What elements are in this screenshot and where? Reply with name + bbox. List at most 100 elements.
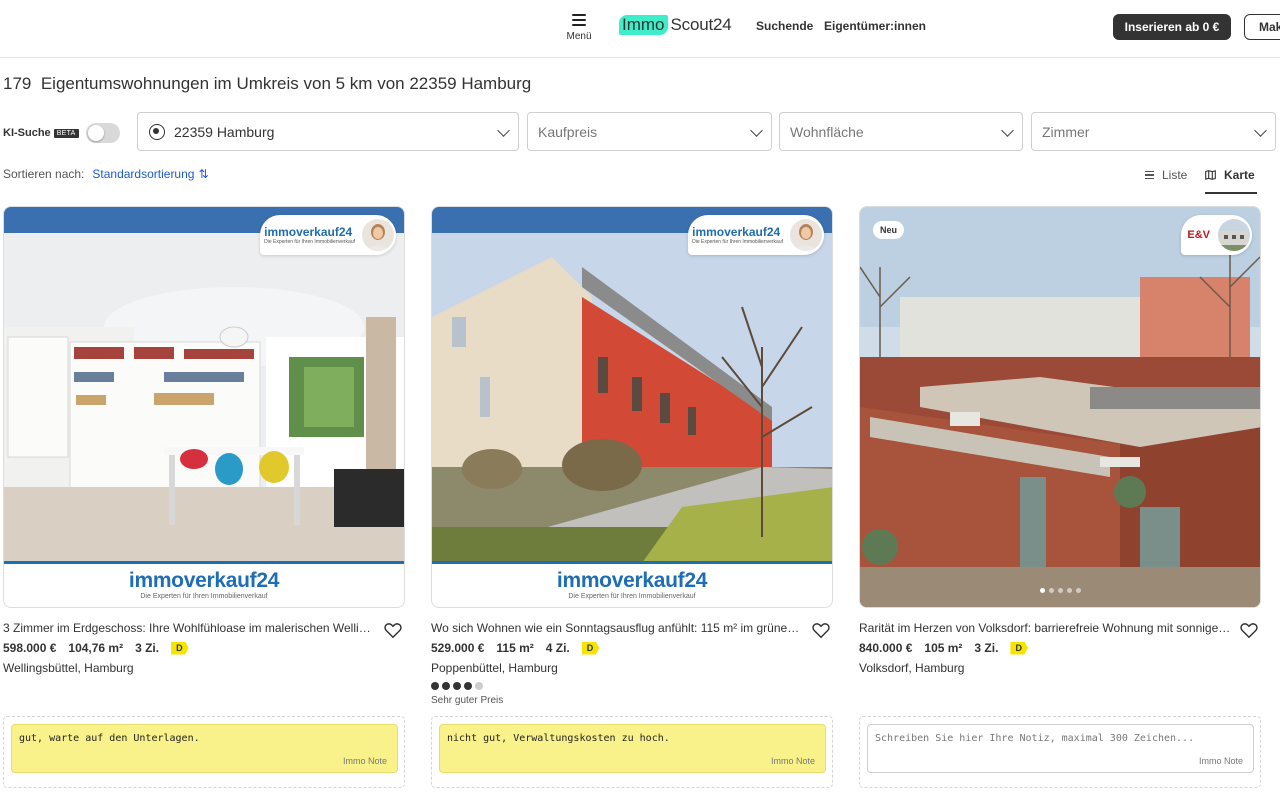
listing-area: 115 m²	[496, 641, 534, 655]
listing-photo	[4, 207, 404, 607]
note-tag: Immo Note	[1198, 756, 1243, 766]
map-icon	[1205, 170, 1216, 180]
area-placeholder: Wohnfläche	[790, 123, 864, 140]
chevron-down-icon	[1254, 124, 1267, 137]
listing-image[interactable]: Neu E&V	[859, 206, 1261, 608]
rating-dot	[453, 682, 461, 690]
agent-button[interactable]: Mak	[1244, 14, 1280, 40]
listing-price: 529.000 €	[431, 641, 485, 655]
listing-price: 840.000 €	[859, 641, 913, 655]
price-filter[interactable]: Kaufpreis	[527, 112, 772, 151]
listing-area: 105 m²	[924, 641, 963, 655]
energy-class-badge: D	[171, 641, 189, 655]
chevron-down-icon	[750, 124, 763, 137]
price-rating-dots	[431, 682, 833, 690]
note-field[interactable]: gut, warte auf den Unterlagen. Immo Note	[11, 724, 398, 773]
agency-logo: E&V	[1187, 229, 1210, 241]
listing-location: Wellingsbüttel, Hamburg	[3, 661, 134, 675]
listing-image[interactable]: immoverkauf24 Die Experten für Ihren Immo…	[3, 206, 405, 608]
note-tag: Immo Note	[770, 756, 815, 766]
view-map-label: Karte	[1224, 168, 1255, 182]
chevron-down-icon	[497, 124, 510, 137]
energy-class-badge: D	[581, 641, 600, 655]
rating-dot	[464, 682, 472, 690]
list-icon	[1145, 171, 1154, 179]
listing-photo	[860, 207, 1260, 607]
results-count: 179	[3, 74, 32, 93]
note-field[interactable]: nicht gut, Verwaltungskosten zu hoch. Im…	[439, 724, 826, 773]
view-list-button[interactable]: Liste	[1145, 168, 1187, 182]
note-text: gut, warte auf den Unterlagen.	[19, 733, 200, 744]
results-title: Eigentumswohnungen im Umkreis von 5 km v…	[40, 74, 532, 93]
nav-owners[interactable]: Eigentümer:innen	[824, 19, 926, 33]
note-tag: Immo Note	[342, 756, 387, 766]
note-container: nicht gut, Verwaltungskosten zu hoch. Im…	[431, 716, 833, 788]
sort-arrows-icon: ⇅	[198, 167, 209, 181]
logo-scout: Scout24	[670, 15, 732, 34]
ki-search-toggle[interactable]	[85, 123, 120, 143]
listing-title[interactable]: Rarität im Herzen von Volksdorf: barrier…	[859, 621, 1233, 635]
energy-class-badge: D	[1010, 641, 1028, 655]
rating-dot	[431, 682, 439, 690]
note-text: nicht gut, Verwaltungskosten zu hoch.	[447, 733, 670, 744]
listing-facts: 840.000 € 105 m² 3 Zi. D	[859, 641, 1261, 655]
agent-avatar	[788, 217, 824, 253]
listing-card[interactable]: Neu E&V Rarität im Herzen von Volksdorf:…	[859, 206, 1261, 675]
results-heading: 179 Eigentumswohnungen im Umkreis von 5 …	[3, 74, 531, 94]
agency-banner: immoverkauf24 Die Experten für Ihren Imm…	[4, 561, 404, 607]
note-input[interactable]: Schreiben Sie hier Ihre Notiz, maximal 3…	[867, 724, 1254, 773]
listing-photo	[432, 207, 832, 607]
gallery-dots	[860, 588, 1260, 593]
create-listing-button[interactable]: Inserieren ab 0 €	[1113, 14, 1231, 40]
agency-badge: E&V	[1181, 215, 1252, 255]
listing-price: 598.000 €	[3, 641, 57, 655]
ki-search-label: KI-Suche	[3, 127, 51, 139]
menu-button[interactable]: Menü	[562, 14, 596, 42]
nav-seekers[interactable]: Suchende	[756, 19, 813, 33]
agency-banner-slogan: Die Experten für Ihren Immobilienverkauf	[568, 593, 696, 600]
agency-photo	[1216, 217, 1252, 253]
listing-card[interactable]: immoverkauf24 Die Experten für Ihren Immo…	[3, 206, 405, 675]
sort-label: Sortieren nach:	[3, 167, 85, 181]
rating-dot	[475, 682, 483, 690]
rooms-filter[interactable]: Zimmer	[1031, 112, 1276, 151]
listing-location: Volksdorf, Hamburg	[859, 661, 965, 675]
listing-image[interactable]: immoverkauf24 Die Experten für Ihren Immo…	[431, 206, 833, 608]
new-listing-badge: Neu	[873, 221, 905, 239]
heart-icon[interactable]	[1240, 622, 1258, 639]
listing-title[interactable]: Wo sich Wohnen wie ein Sonntagsausflug a…	[431, 621, 805, 635]
listing-rooms: 3 Zi.	[974, 641, 999, 655]
immoscout-logo[interactable]: Immo Scout24	[619, 14, 732, 36]
agency-badge: immoverkauf24 Die Experten für Ihren Immo…	[688, 215, 824, 255]
listing-rooms: 3 Zi.	[135, 641, 160, 655]
area-filter[interactable]: Wohnfläche	[779, 112, 1023, 151]
heart-icon[interactable]	[812, 622, 830, 639]
listing-rooms: 4 Zi.	[545, 641, 570, 655]
view-list-label: Liste	[1162, 168, 1188, 182]
listing-title[interactable]: 3 Zimmer im Erdgeschoss: Ihre Wohlfühloa…	[3, 621, 377, 635]
price-placeholder: Kaufpreis	[538, 123, 598, 140]
location-value: 22359 Hamburg	[174, 123, 275, 140]
location-filter[interactable]: 22359 Hamburg	[137, 112, 519, 151]
note-container: Schreiben Sie hier Ihre Notiz, maximal 3…	[859, 716, 1261, 788]
hamburger-icon	[572, 14, 586, 26]
listing-area: 104,76 m²	[68, 641, 124, 655]
agency-banner-brand: immoverkauf24	[128, 569, 280, 592]
logo-immo: Immo	[619, 15, 668, 35]
menu-label: Menü	[566, 31, 592, 42]
agency-badge: immoverkauf24 Die Experten für Ihren Immo…	[260, 215, 396, 255]
site-header: Menü Immo Scout24 Suchende Eigentümer:inn…	[0, 0, 1280, 58]
agency-badge-brand: immoverkauf24 Die Experten für Ihren Immo…	[692, 224, 783, 245]
agency-banner-slogan: Die Experten für Ihren Immobilienverkauf	[140, 593, 268, 600]
listing-card[interactable]: immoverkauf24 Die Experten für Ihren Immo…	[431, 206, 833, 706]
agency-badge-brand: immoverkauf24 Die Experten für Ihren Immo…	[264, 224, 355, 245]
ki-search: KI-Suche BETA	[3, 123, 120, 143]
listing-location: Poppenbüttel, Hamburg	[431, 661, 558, 675]
heart-icon[interactable]	[384, 622, 402, 639]
rooms-placeholder: Zimmer	[1042, 123, 1090, 140]
listing-facts: 529.000 € 115 m² 4 Zi. D	[431, 641, 833, 655]
chevron-down-icon	[1001, 124, 1014, 137]
price-rating-label: Sehr guter Preis	[431, 695, 504, 706]
sort-dropdown[interactable]: Standardsortierung	[92, 167, 194, 181]
view-map-button[interactable]: Karte	[1205, 168, 1255, 182]
